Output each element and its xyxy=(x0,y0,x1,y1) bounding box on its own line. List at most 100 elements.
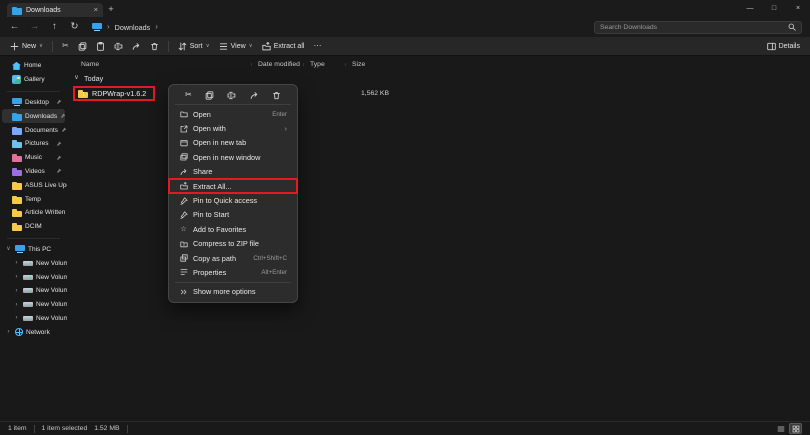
sidebar-item-dcim[interactable]: DCIM xyxy=(2,220,65,234)
cut-icon[interactable]: ✂ xyxy=(185,91,192,99)
sidebar-item-drive-f[interactable]: › New Volume (F:) xyxy=(2,298,85,312)
menu-item-pin-to-quick-access[interactable]: Pin to Quick access xyxy=(172,193,294,207)
gallery-icon xyxy=(12,75,21,85)
tab-title: Downloads xyxy=(26,6,61,14)
column-header-name[interactable]: Name xyxy=(81,61,251,68)
close-button[interactable]: × xyxy=(786,0,810,17)
menu-divider xyxy=(175,281,291,283)
chevron-right-icon[interactable]: › xyxy=(13,274,20,280)
menu-item-pin-to-start[interactable]: Pin to Start xyxy=(172,208,294,222)
menu-item-compress-to-zip[interactable]: Compress to ZIP file xyxy=(172,237,294,251)
folder-icon xyxy=(12,181,22,190)
cut-button[interactable]: ✂ xyxy=(62,42,69,50)
search-box[interactable] xyxy=(594,20,802,34)
new-button[interactable]: New ∨ xyxy=(10,42,43,51)
new-tab-button[interactable]: + xyxy=(103,4,119,14)
sidebar-item-drive-c[interactable]: › New Volume (C:) xyxy=(2,256,86,270)
refresh-button[interactable]: ↻ xyxy=(68,22,81,32)
sidebar-item-music[interactable]: Music xyxy=(2,151,65,165)
star-icon: ☆ xyxy=(180,225,187,233)
sidebar: Home Gallery Desktop Downloads Documents xyxy=(0,56,86,421)
chevron-right-icon[interactable]: › xyxy=(13,315,20,321)
sidebar-item-temp[interactable]: Temp xyxy=(2,192,65,206)
view-toggle-thumbnails[interactable] xyxy=(789,423,802,434)
breadcrumb-item-downloads[interactable]: Downloads xyxy=(115,23,151,32)
status-bar: 1 item 1 item selected 1.52 MB xyxy=(0,421,810,435)
documents-icon xyxy=(12,126,22,135)
sidebar-item-pictures[interactable]: Pictures xyxy=(2,137,65,151)
sort-icon xyxy=(178,42,187,50)
chevron-right-icon[interactable]: › xyxy=(5,329,12,335)
folder-icon xyxy=(12,222,22,232)
back-button[interactable]: ← xyxy=(8,22,21,32)
menu-item-copy-as-path[interactable]: Copy as path Ctrl+Shift+C xyxy=(172,251,294,265)
sidebar-item-article-written[interactable]: Article Written xyxy=(2,206,65,220)
chevron-right-icon[interactable]: › xyxy=(13,260,20,266)
menu-item-extract-all[interactable]: Extract All... xyxy=(168,177,298,195)
desktop-icon xyxy=(12,97,22,107)
more-options-button[interactable]: ⋯ xyxy=(313,42,321,50)
sidebar-item-desktop[interactable]: Desktop xyxy=(2,96,65,110)
sidebar-item-drive-g[interactable]: › New Volume (G:) xyxy=(2,312,86,326)
chevron-right-icon[interactable]: › xyxy=(13,302,20,308)
chevron-down-icon[interactable]: ∨ xyxy=(73,75,80,82)
sidebar-item-network[interactable]: › Network xyxy=(2,325,65,339)
menu-item-share[interactable]: Share xyxy=(172,165,294,179)
chevron-down-icon[interactable]: ∨ xyxy=(5,246,12,252)
pin-icon xyxy=(180,211,188,219)
sidebar-item-home[interactable]: Home xyxy=(2,59,65,73)
pin-icon xyxy=(61,127,67,133)
details-toggle[interactable]: Details xyxy=(766,42,800,51)
sidebar-item-documents[interactable]: Documents xyxy=(2,123,67,137)
column-header-type[interactable]: Type xyxy=(303,61,345,68)
videos-icon xyxy=(12,167,22,176)
this-pc-icon xyxy=(15,244,25,254)
sidebar-item-this-pc[interactable]: ∨ This PC xyxy=(2,243,65,257)
sidebar-item-videos[interactable]: Videos xyxy=(2,165,65,179)
sidebar-item-asus-live-update[interactable]: ASUS Live Update xyxy=(2,178,79,192)
column-header-size[interactable]: Size xyxy=(345,61,393,68)
view-toggle-details[interactable] xyxy=(774,423,787,434)
column-header-date-modified[interactable]: Date modified xyxy=(251,61,303,68)
delete-button[interactable] xyxy=(150,42,159,51)
chevron-right-icon[interactable]: › xyxy=(13,288,20,294)
zip-folder-icon xyxy=(78,89,88,99)
menu-item-open-with[interactable]: Open with › xyxy=(172,121,294,135)
share-button[interactable] xyxy=(132,42,141,51)
menu-item-properties[interactable]: Properties Alt+Enter xyxy=(172,265,294,279)
forward-button[interactable]: → xyxy=(28,22,41,32)
rename-button[interactable] xyxy=(114,42,123,51)
home-icon xyxy=(12,61,21,70)
menu-item-add-to-favorites[interactable]: ☆ Add to Favorites xyxy=(172,222,294,236)
share-icon[interactable] xyxy=(250,91,259,100)
sidebar-item-drive-e[interactable]: › New Volume (E:) xyxy=(2,284,85,298)
submenu-arrow-icon: › xyxy=(284,123,288,133)
tab-downloads[interactable]: Downloads × xyxy=(7,3,103,17)
toolbar-separator xyxy=(52,40,54,52)
sidebar-item-drive-d[interactable]: › New Volume (D:) xyxy=(2,270,86,284)
pin-icon xyxy=(56,168,62,174)
menu-item-open-in-new-tab[interactable]: Open in new tab xyxy=(172,136,294,150)
extract-all-button[interactable]: Extract all xyxy=(262,41,304,51)
show-more-icon xyxy=(180,289,186,295)
music-icon xyxy=(12,153,22,163)
maximize-button[interactable]: □ xyxy=(762,0,786,17)
search-input[interactable] xyxy=(600,23,784,31)
minimize-button[interactable]: — xyxy=(738,0,762,17)
sidebar-item-downloads[interactable]: Downloads xyxy=(2,109,66,124)
menu-item-open[interactable]: Open Enter xyxy=(172,107,294,121)
sort-button[interactable]: Sort ∨ xyxy=(178,42,210,51)
column-headers: Name Date modified Type Size xyxy=(81,58,810,71)
copy-icon[interactable] xyxy=(205,90,214,100)
up-button[interactable]: ↑ xyxy=(48,22,61,32)
tab-close-icon[interactable]: × xyxy=(94,6,98,14)
copy-button[interactable] xyxy=(78,41,87,51)
rename-icon[interactable] xyxy=(227,91,236,100)
delete-icon[interactable] xyxy=(272,91,281,100)
menu-item-show-more-options[interactable]: Show more options xyxy=(172,285,294,299)
menu-item-open-in-new-window[interactable]: Open in new window xyxy=(172,150,294,164)
view-button[interactable]: View ∨ xyxy=(219,42,253,51)
sidebar-item-gallery[interactable]: Gallery xyxy=(2,73,65,87)
paste-button[interactable] xyxy=(96,41,105,51)
file-name[interactable]: RDPWrap-v1.6.2 xyxy=(92,89,146,98)
